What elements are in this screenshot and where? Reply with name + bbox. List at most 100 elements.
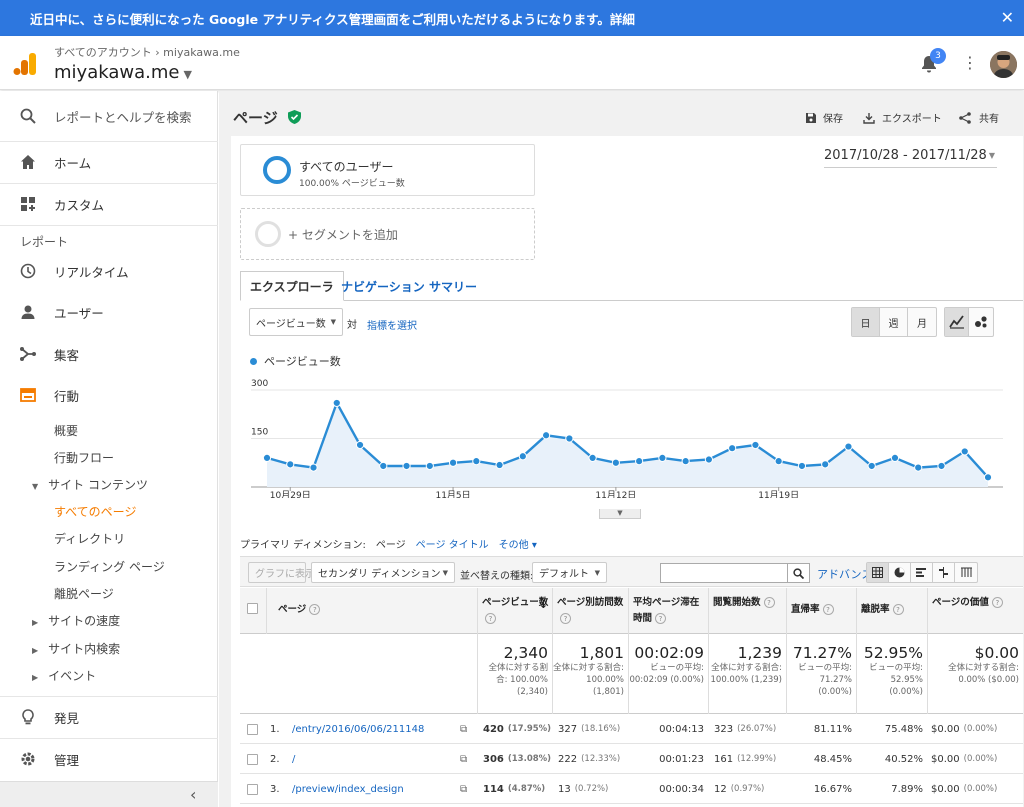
- motion-chart-button[interactable]: [969, 308, 993, 336]
- sidebar-sub-landing-pages[interactable]: ランディング ページ: [54, 558, 165, 575]
- line-chart-button[interactable]: [945, 308, 969, 336]
- pivot-view-button[interactable]: [955, 563, 977, 582]
- banner-text[interactable]: 近日中に、さらに便利になった Google アナリティクス管理画面をご利用いただ…: [30, 9, 635, 28]
- dimension-page[interactable]: ページ: [376, 536, 406, 551]
- open-page-icon[interactable]: ⧉: [460, 714, 467, 744]
- sidebar-item-behavior[interactable]: 行動: [0, 381, 218, 409]
- sidebar-search[interactable]: レポートとヘルプを検索: [0, 103, 218, 129]
- sidebar-sub-directory[interactable]: ディレクトリ: [54, 530, 125, 547]
- header-page-value[interactable]: ページの価値?: [927, 588, 1023, 634]
- dimension-other[interactable]: その他 ▾: [499, 536, 537, 551]
- date-range-picker[interactable]: 2017/10/28 - 2017/11/28 ▼: [824, 148, 997, 168]
- cell-value: 12: [714, 783, 727, 795]
- row-checkbox[interactable]: [247, 723, 258, 735]
- row-page-link[interactable]: /: [292, 744, 295, 774]
- sort-arrow-icon: ↓: [538, 598, 548, 611]
- period-week-button[interactable]: 週: [880, 308, 908, 336]
- help-icon[interactable]: ?: [892, 604, 904, 615]
- open-page-icon[interactable]: ⧉: [460, 774, 467, 804]
- period-day-button[interactable]: 日: [852, 308, 880, 336]
- pageviews-chart[interactable]: 150 300 10月29日 11月5日 11月12日 11月19日: [251, 376, 1003, 498]
- pie-view-button[interactable]: [889, 563, 911, 582]
- sidebar-collapse-button[interactable]: ‹: [0, 781, 218, 807]
- chart-expand-handle[interactable]: ▼: [599, 509, 641, 519]
- help-icon[interactable]: ?: [763, 597, 775, 608]
- help-icon[interactable]: ?: [560, 613, 571, 624]
- metric-select[interactable]: ページビュー数 ▼: [249, 308, 343, 336]
- save-button[interactable]: 保存: [805, 110, 843, 125]
- segment-all-users[interactable]: すべてのユーザー 100.00% ページビュー数: [240, 144, 535, 196]
- close-icon[interactable]: ✕: [1001, 8, 1014, 27]
- sidebar-item-discover[interactable]: 発見: [0, 703, 218, 731]
- row-page-link[interactable]: /entry/2016/06/06/211148: [292, 714, 424, 744]
- open-page-icon[interactable]: ⧉: [460, 744, 467, 774]
- bars-icon: [916, 568, 926, 577]
- sidebar-sub-site-search[interactable]: ▶ サイト内検索: [32, 640, 120, 657]
- sidebar-sub-site-content[interactable]: ▼ サイト コンテンツ: [32, 476, 148, 493]
- data-point: [821, 460, 830, 469]
- period-month-button[interactable]: 月: [908, 308, 936, 336]
- select-all-checkbox[interactable]: [247, 603, 258, 614]
- header-avg-time[interactable]: 平均ページ滞在時間?: [628, 588, 708, 634]
- advanced-filter-link[interactable]: アドバンス: [817, 566, 872, 582]
- sort-type-select[interactable]: デフォルト ▼: [532, 562, 607, 583]
- tab-navigation-summary[interactable]: ナビゲーション サマリー: [332, 271, 486, 301]
- row-checkbox[interactable]: [247, 783, 258, 795]
- table-search-input[interactable]: [660, 563, 810, 583]
- help-icon[interactable]: ?: [822, 604, 834, 615]
- row-page-value: $0.00 (0.00%): [931, 714, 997, 744]
- caret-down-icon: ▼: [442, 568, 448, 577]
- account-breadcrumb[interactable]: すべてのアカウント › miyakawa.me: [54, 44, 240, 60]
- analytics-logo-icon[interactable]: [13, 52, 37, 76]
- sidebar-sub-events[interactable]: ▶ イベント: [32, 667, 96, 684]
- header-exit-rate[interactable]: 離脱率?: [856, 588, 927, 634]
- sidebar-item-realtime[interactable]: リアルタイム: [0, 257, 218, 285]
- help-icon[interactable]: ?: [309, 604, 321, 615]
- sidebar-sub-exit-pages[interactable]: 離脱ページ: [54, 585, 114, 602]
- sidebar-item-admin[interactable]: 管理: [0, 745, 218, 773]
- table-view-button[interactable]: [867, 563, 889, 582]
- comparison-view-button[interactable]: [933, 563, 955, 582]
- cell-value: $0.00: [931, 753, 960, 765]
- sidebar-sub-site-speed[interactable]: ▶ サイトの速度: [32, 612, 120, 629]
- row-checkbox[interactable]: [247, 753, 258, 765]
- share-button[interactable]: 共有: [959, 110, 999, 125]
- chevron-left-icon: ‹: [190, 785, 197, 804]
- sidebar-sub-label: サイト コンテンツ: [48, 478, 148, 492]
- vs-label: 対: [347, 320, 357, 331]
- header-entrances[interactable]: 閲覧開始数?: [708, 588, 786, 634]
- sidebar-sub-all-pages[interactable]: すべてのページ: [54, 503, 136, 520]
- help-icon[interactable]: ?: [485, 613, 496, 624]
- export-button[interactable]: エクスポート: [863, 110, 942, 125]
- behavior-icon: [18, 385, 38, 405]
- sidebar-item-users[interactable]: ユーザー: [0, 298, 218, 326]
- header-pageviews[interactable]: ページビュー数? ↓: [477, 588, 552, 634]
- primary-dimension-label: プライマリ ディメンション:: [240, 540, 366, 551]
- sidebar-item-custom[interactable]: カスタム: [0, 190, 218, 218]
- sidebar-item-home[interactable]: ホーム: [0, 148, 218, 176]
- data-point: [565, 434, 574, 443]
- help-icon[interactable]: ?: [991, 597, 1003, 608]
- tab-explorer[interactable]: エクスプローラ: [240, 271, 344, 301]
- search-icon[interactable]: [787, 564, 809, 582]
- date-range-text: 2017/10/28 - 2017/11/28: [824, 148, 987, 163]
- performance-view-button[interactable]: [911, 563, 933, 582]
- empty-segment-icon: [255, 221, 281, 247]
- property-selector[interactable]: miyakawa.me ▼: [54, 62, 192, 83]
- row-checkbox-cell: [247, 714, 258, 744]
- header-unique-pageviews[interactable]: ページ別訪問数?: [552, 588, 628, 634]
- plot-rows-button[interactable]: グラフに表示: [248, 562, 315, 583]
- secondary-dimension-select[interactable]: セカンダリ ディメンション ▼: [311, 562, 455, 583]
- sidebar-sub-behavior-flow[interactable]: 行動フロー: [54, 449, 114, 466]
- help-icon[interactable]: ?: [655, 613, 667, 624]
- row-page-link[interactable]: /preview/index_design: [292, 774, 404, 804]
- sidebar-sub-overview[interactable]: 概要: [54, 422, 78, 439]
- header-page[interactable]: ページ?: [266, 588, 477, 634]
- more-vert-icon[interactable]: ⋮: [962, 53, 978, 72]
- header-bounce-rate[interactable]: 直帰率?: [786, 588, 856, 634]
- dimension-page-title[interactable]: ページ タイトル: [416, 536, 489, 551]
- choose-metric-link[interactable]: 指標を選択: [367, 317, 417, 332]
- add-segment-button[interactable]: + セグメントを追加: [240, 208, 535, 260]
- avatar[interactable]: [990, 51, 1017, 78]
- sidebar-item-acquisition[interactable]: 集客: [0, 340, 218, 368]
